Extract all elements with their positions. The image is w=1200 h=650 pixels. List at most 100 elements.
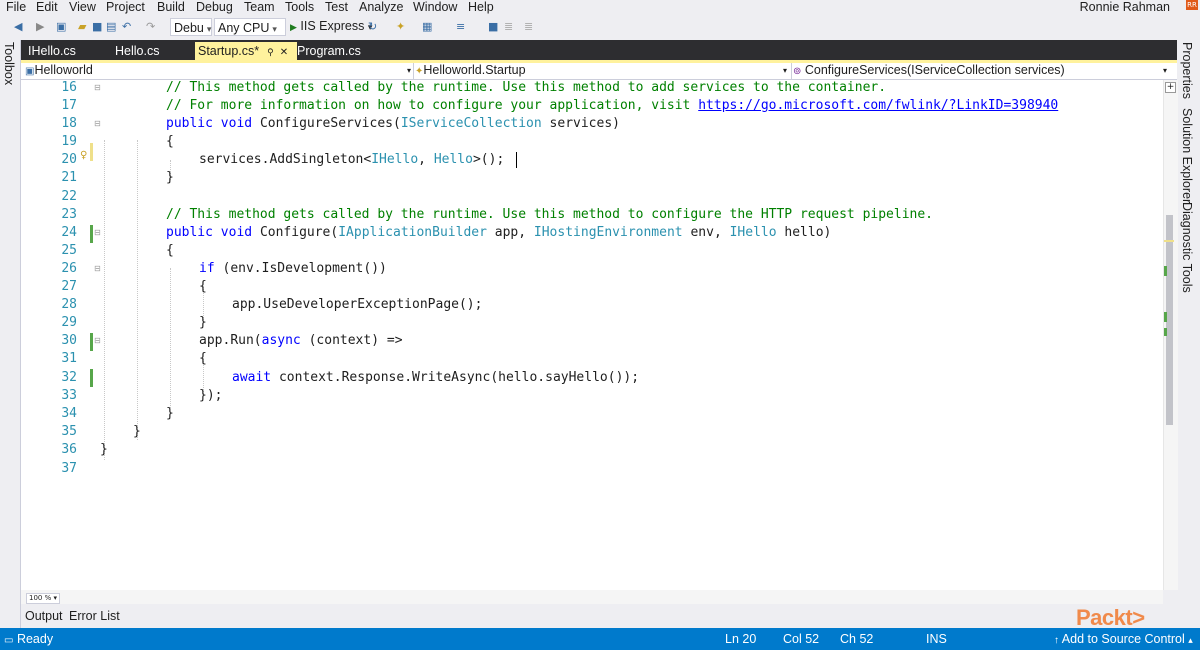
chevron-down-icon[interactable]: ▾ xyxy=(1163,63,1167,78)
menu-view[interactable]: View xyxy=(69,0,96,14)
collapse-icon[interactable]: ⊟ xyxy=(94,115,101,133)
close-icon[interactable]: ✕ xyxy=(280,47,288,58)
code-line-25: { xyxy=(166,242,174,260)
type-name: Hello xyxy=(433,152,473,167)
collapse-icon[interactable]: ⊟ xyxy=(94,260,101,278)
code-token: context xyxy=(316,333,372,348)
configuration-value: Debu xyxy=(174,21,204,35)
code-token: ) xyxy=(612,116,620,131)
tab-startup[interactable]: Startup.cs* ⚲ ✕ xyxy=(195,42,297,61)
code-line-21: } xyxy=(166,169,174,187)
comment-icon[interactable]: ≡ xyxy=(456,21,465,33)
scrollbar-thumb[interactable] xyxy=(1166,215,1173,425)
code-line-28: app.UseDeveloperExceptionPage(); xyxy=(232,296,482,314)
doc-link[interactable]: https://go.microsoft.com/fwlink/?LinkID=… xyxy=(698,98,1058,113)
status-column: Col 52 xyxy=(783,632,820,646)
chevron-down-icon[interactable]: ▾ xyxy=(407,63,411,78)
horizontal-scrollbar[interactable] xyxy=(21,590,1163,604)
collapse-icon[interactable]: ⊟ xyxy=(94,332,101,350)
menu-tools[interactable]: Tools xyxy=(285,0,314,14)
toolbox-rail: Toolbox xyxy=(0,40,21,628)
refresh-icon[interactable]: ↻ xyxy=(368,21,377,33)
split-editor-icon[interactable]: + xyxy=(1165,82,1176,93)
platform-select[interactable]: Any CPU ▾ xyxy=(214,18,286,36)
menu-project[interactable]: Project xyxy=(106,0,145,14)
line-number: 20 xyxy=(61,152,77,167)
code-line-18: public void ConfigureServices(IServiceCo… xyxy=(166,115,620,133)
menu-debug[interactable]: Debug xyxy=(196,0,233,14)
zoom-select[interactable]: 100 % ▾ xyxy=(26,593,60,604)
type-dropdown[interactable]: ✦Helloworld.Startup xyxy=(415,63,526,78)
bookmark-next-icon[interactable]: ≣ xyxy=(524,21,533,33)
code-token: app xyxy=(199,333,223,348)
redo-icon[interactable]: ↷ xyxy=(146,21,155,33)
user-name[interactable]: Ronnie Rahman xyxy=(1080,0,1170,14)
menu-team[interactable]: Team xyxy=(244,0,275,14)
keyword: void xyxy=(220,225,253,240)
code-line-31: { xyxy=(199,350,207,368)
menu-analyze[interactable]: Analyze xyxy=(359,0,403,14)
run-button[interactable]: ▶ IIS Express ▾ xyxy=(290,19,372,33)
save-all-icon[interactable]: ▤ xyxy=(106,21,116,33)
tab-ihello[interactable]: IHello.cs xyxy=(28,42,76,61)
comment: // This method gets called by the runtim… xyxy=(166,207,934,222)
menu-test[interactable]: Test xyxy=(325,0,348,14)
save-icon[interactable]: ■ xyxy=(92,21,102,33)
menu-bar: File Edit View Project Build Debug Team … xyxy=(0,0,1200,16)
member-dropdown[interactable]: ⊚ ConfigureServices(IServiceCollection s… xyxy=(793,63,1065,78)
code-line-36: } xyxy=(100,441,108,459)
run-target-label: IIS Express xyxy=(300,19,365,33)
project-label: Helloworld xyxy=(34,63,93,77)
brace: { xyxy=(199,351,207,366)
bookmark-icon[interactable]: ■ xyxy=(488,21,498,33)
tab-program[interactable]: Program.cs xyxy=(297,42,361,61)
menu-file[interactable]: File xyxy=(6,0,26,14)
forward-icon[interactable]: ▶ xyxy=(36,21,44,33)
code-line-33: }); xyxy=(199,387,222,405)
tab-error-list[interactable]: Error List xyxy=(69,609,120,623)
back-icon[interactable]: ◀ xyxy=(14,21,22,33)
solution-explorer-icon[interactable]: ▦ xyxy=(422,21,432,33)
configuration-select[interactable]: Debu ▾ xyxy=(170,18,212,36)
tab-hello[interactable]: Hello.cs xyxy=(115,42,159,61)
keyword: if xyxy=(199,261,215,276)
tab-output[interactable]: Output xyxy=(25,609,63,623)
pin-icon[interactable]: ⚲ xyxy=(267,47,274,57)
statement: app.UseDeveloperExceptionPage(); xyxy=(232,297,483,312)
open-folder-icon[interactable]: ▰ xyxy=(78,21,86,33)
menu-window[interactable]: Window xyxy=(413,0,457,14)
collapse-icon[interactable]: ⊟ xyxy=(94,224,101,242)
play-icon: ▶ xyxy=(290,22,297,32)
user-avatar[interactable]: RR xyxy=(1186,0,1198,10)
change-marker-saved xyxy=(90,333,93,351)
bookmark-prev-icon[interactable]: ≣ xyxy=(504,21,513,33)
diagnostic-tools-tab[interactable]: Diagnostic Tools xyxy=(1180,202,1194,293)
browser-link-icon[interactable]: ✦ xyxy=(396,21,405,33)
brace: }); xyxy=(199,388,223,403)
code-token: Run xyxy=(230,333,254,348)
code-editor[interactable] xyxy=(21,80,1163,590)
menu-edit[interactable]: Edit xyxy=(36,0,58,14)
solution-explorer-tab[interactable]: Solution Explorer xyxy=(1180,108,1194,203)
properties-tab[interactable]: Properties xyxy=(1180,42,1194,99)
code-token: services xyxy=(549,116,613,131)
lightbulb-icon[interactable]: ♀ xyxy=(80,150,87,161)
new-project-icon[interactable]: ▣ xyxy=(56,21,66,33)
toolbox-tab[interactable]: Toolbox xyxy=(2,42,16,85)
code-token: ( xyxy=(300,333,317,348)
chevron-down-icon[interactable]: ▾ xyxy=(783,63,787,78)
type-name: IServiceCollection xyxy=(400,116,542,131)
menu-help[interactable]: Help xyxy=(468,0,494,14)
line-number: 21 xyxy=(61,170,77,185)
code-token: , xyxy=(713,225,730,240)
line-number: 33 xyxy=(61,388,77,403)
menu-build[interactable]: Build xyxy=(157,0,185,14)
undo-icon[interactable]: ↶ xyxy=(122,21,131,33)
brace: } xyxy=(100,442,108,457)
add-to-source-control-button[interactable]: ↑ Add to Source Control ▴ xyxy=(1054,632,1193,648)
member-label: ConfigureServices(IServiceCollection ser… xyxy=(804,63,1065,77)
project-dropdown[interactable]: ▣Helloworld xyxy=(25,63,93,78)
collapse-icon[interactable]: ⊟ xyxy=(94,79,101,97)
